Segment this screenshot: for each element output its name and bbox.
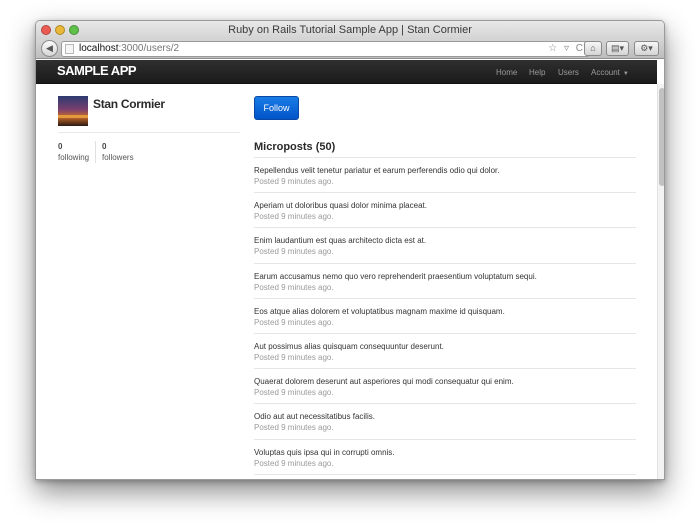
micropost-content: Aut possimus alias quisquam consequuntur…	[254, 341, 444, 351]
minimize-window-button[interactable]	[55, 25, 65, 35]
micropost-item: Eos atque alias dolorem et voluptatibus …	[254, 299, 636, 334]
back-button[interactable]: ◀	[41, 40, 58, 57]
close-window-button[interactable]	[41, 25, 51, 35]
back-arrow-icon: ◀	[46, 43, 53, 53]
follow-button[interactable]: Follow	[254, 96, 299, 120]
page-viewport: SAMPLE APP Home Help Users Account ▼ Stan…	[36, 60, 664, 479]
micropost-item: Earum accusamus nemo quo vero reprehende…	[254, 264, 636, 299]
address-bar[interactable]: localhost:3000/users/2 ☆ ▿ C	[61, 41, 590, 57]
micropost-item: Odio aut aut necessitatibus facilis. Pos…	[254, 404, 636, 440]
nav-home-link[interactable]: Home	[496, 68, 517, 77]
micropost-content: Repellendus velit tenetur pariatur et ea…	[254, 166, 500, 175]
avatar	[58, 96, 88, 126]
bookmark-reload-icons[interactable]: ☆ ▿ C	[548, 42, 585, 56]
caret-down-icon: ▼	[622, 71, 629, 77]
micropost-item: Repellendus velit tenetur pariatur et ea…	[254, 158, 636, 194]
following-count[interactable]: 0	[58, 142, 62, 151]
browser-window: Ruby on Rails Tutorial Sample App | Stan…	[35, 20, 665, 480]
home-button[interactable]: ⌂	[584, 41, 602, 56]
sidebar-divider	[58, 132, 240, 133]
url-host: localhost	[79, 43, 119, 54]
micropost-item: Quaerat dolorem deserunt aut asperiores …	[254, 369, 636, 405]
followers-label[interactable]: followers	[102, 153, 134, 162]
micropost-item: Aperiam ut doloribus quasi dolor minima …	[254, 193, 636, 229]
micropost-content: Voluptas quis ipsa qui in corrupti omnis…	[254, 447, 395, 457]
user-name: Stan Cormier	[93, 97, 165, 111]
micropost-item: Enim laudantium est quas architecto dict…	[254, 228, 636, 264]
micropost-timestamp: Posted 9 minutes ago.	[254, 247, 334, 257]
scrollbar-thumb[interactable]	[659, 88, 664, 186]
micropost-timestamp: Posted 9 minutes ago.	[254, 423, 334, 433]
nav-users-link[interactable]: Users	[558, 68, 579, 77]
following-label[interactable]: following	[58, 153, 89, 162]
microposts-list: Repellendus velit tenetur pariatur et ea…	[254, 157, 636, 475]
micropost-content: Earum accusamus nemo quo vero reprehende…	[254, 271, 537, 281]
micropost-timestamp: Posted 9 minutes ago.	[254, 352, 334, 362]
micropost-timestamp: Posted 9 minutes ago.	[254, 282, 334, 292]
home-icon: ⌂	[590, 43, 596, 53]
micropost-content: Aperiam ut doloribus quasi dolor minima …	[254, 201, 427, 211]
micropost-content: Odio aut aut necessitatibus facilis.	[254, 412, 375, 422]
tools-icon: ⚙▾	[640, 43, 653, 53]
url-path: :3000/users/2	[118, 43, 180, 54]
microposts-heading: Microposts (50)	[254, 141, 336, 153]
vertical-scrollbar[interactable]	[657, 84, 664, 479]
micropost-item: Voluptas quis ipsa qui in corrupti omnis…	[254, 440, 636, 475]
micropost-timestamp: Posted 9 minutes ago.	[254, 177, 334, 186]
micropost-timestamp: Posted 9 minutes ago.	[254, 458, 334, 468]
site-logo[interactable]: SAMPLE APP	[57, 63, 137, 78]
micropost-timestamp: Posted 9 minutes ago.	[254, 388, 334, 398]
title-bar: Ruby on Rails Tutorial Sample App | Stan…	[36, 21, 664, 39]
micropost-timestamp: Posted 9 minutes ago.	[254, 317, 334, 327]
site-navbar: SAMPLE APP Home Help Users Account ▼	[36, 60, 657, 84]
micropost-item: Aut possimus alias quisquam consequuntur…	[254, 334, 636, 370]
stats-divider	[95, 141, 96, 163]
micropost-content: Quaerat dolorem deserunt aut asperiores …	[254, 377, 514, 387]
micropost-content: Eos atque alias dolorem et voluptatibus …	[254, 306, 505, 316]
sidebar-icon: ▤▾	[610, 43, 625, 53]
zoom-window-button[interactable]	[69, 25, 79, 35]
micropost-content: Enim laudantium est quas architecto dict…	[254, 236, 427, 246]
sidebar-button[interactable]: ▤▾	[606, 41, 629, 56]
followers-count[interactable]: 0	[102, 142, 106, 151]
nav-account-label: Account	[591, 68, 620, 77]
window-title: Ruby on Rails Tutorial Sample App | Stan…	[228, 24, 472, 36]
page-icon	[65, 44, 74, 54]
tools-button[interactable]: ⚙▾	[634, 41, 659, 56]
micropost-timestamp: Posted 9 minutes ago.	[254, 212, 334, 222]
browser-toolbar: ◀ localhost:3000/users/2 ☆ ▿ C ⌂ ▤▾ ⚙▾	[36, 39, 664, 59]
nav-help-link[interactable]: Help	[529, 68, 545, 77]
nav-account-dropdown[interactable]: Account ▼	[591, 68, 629, 77]
